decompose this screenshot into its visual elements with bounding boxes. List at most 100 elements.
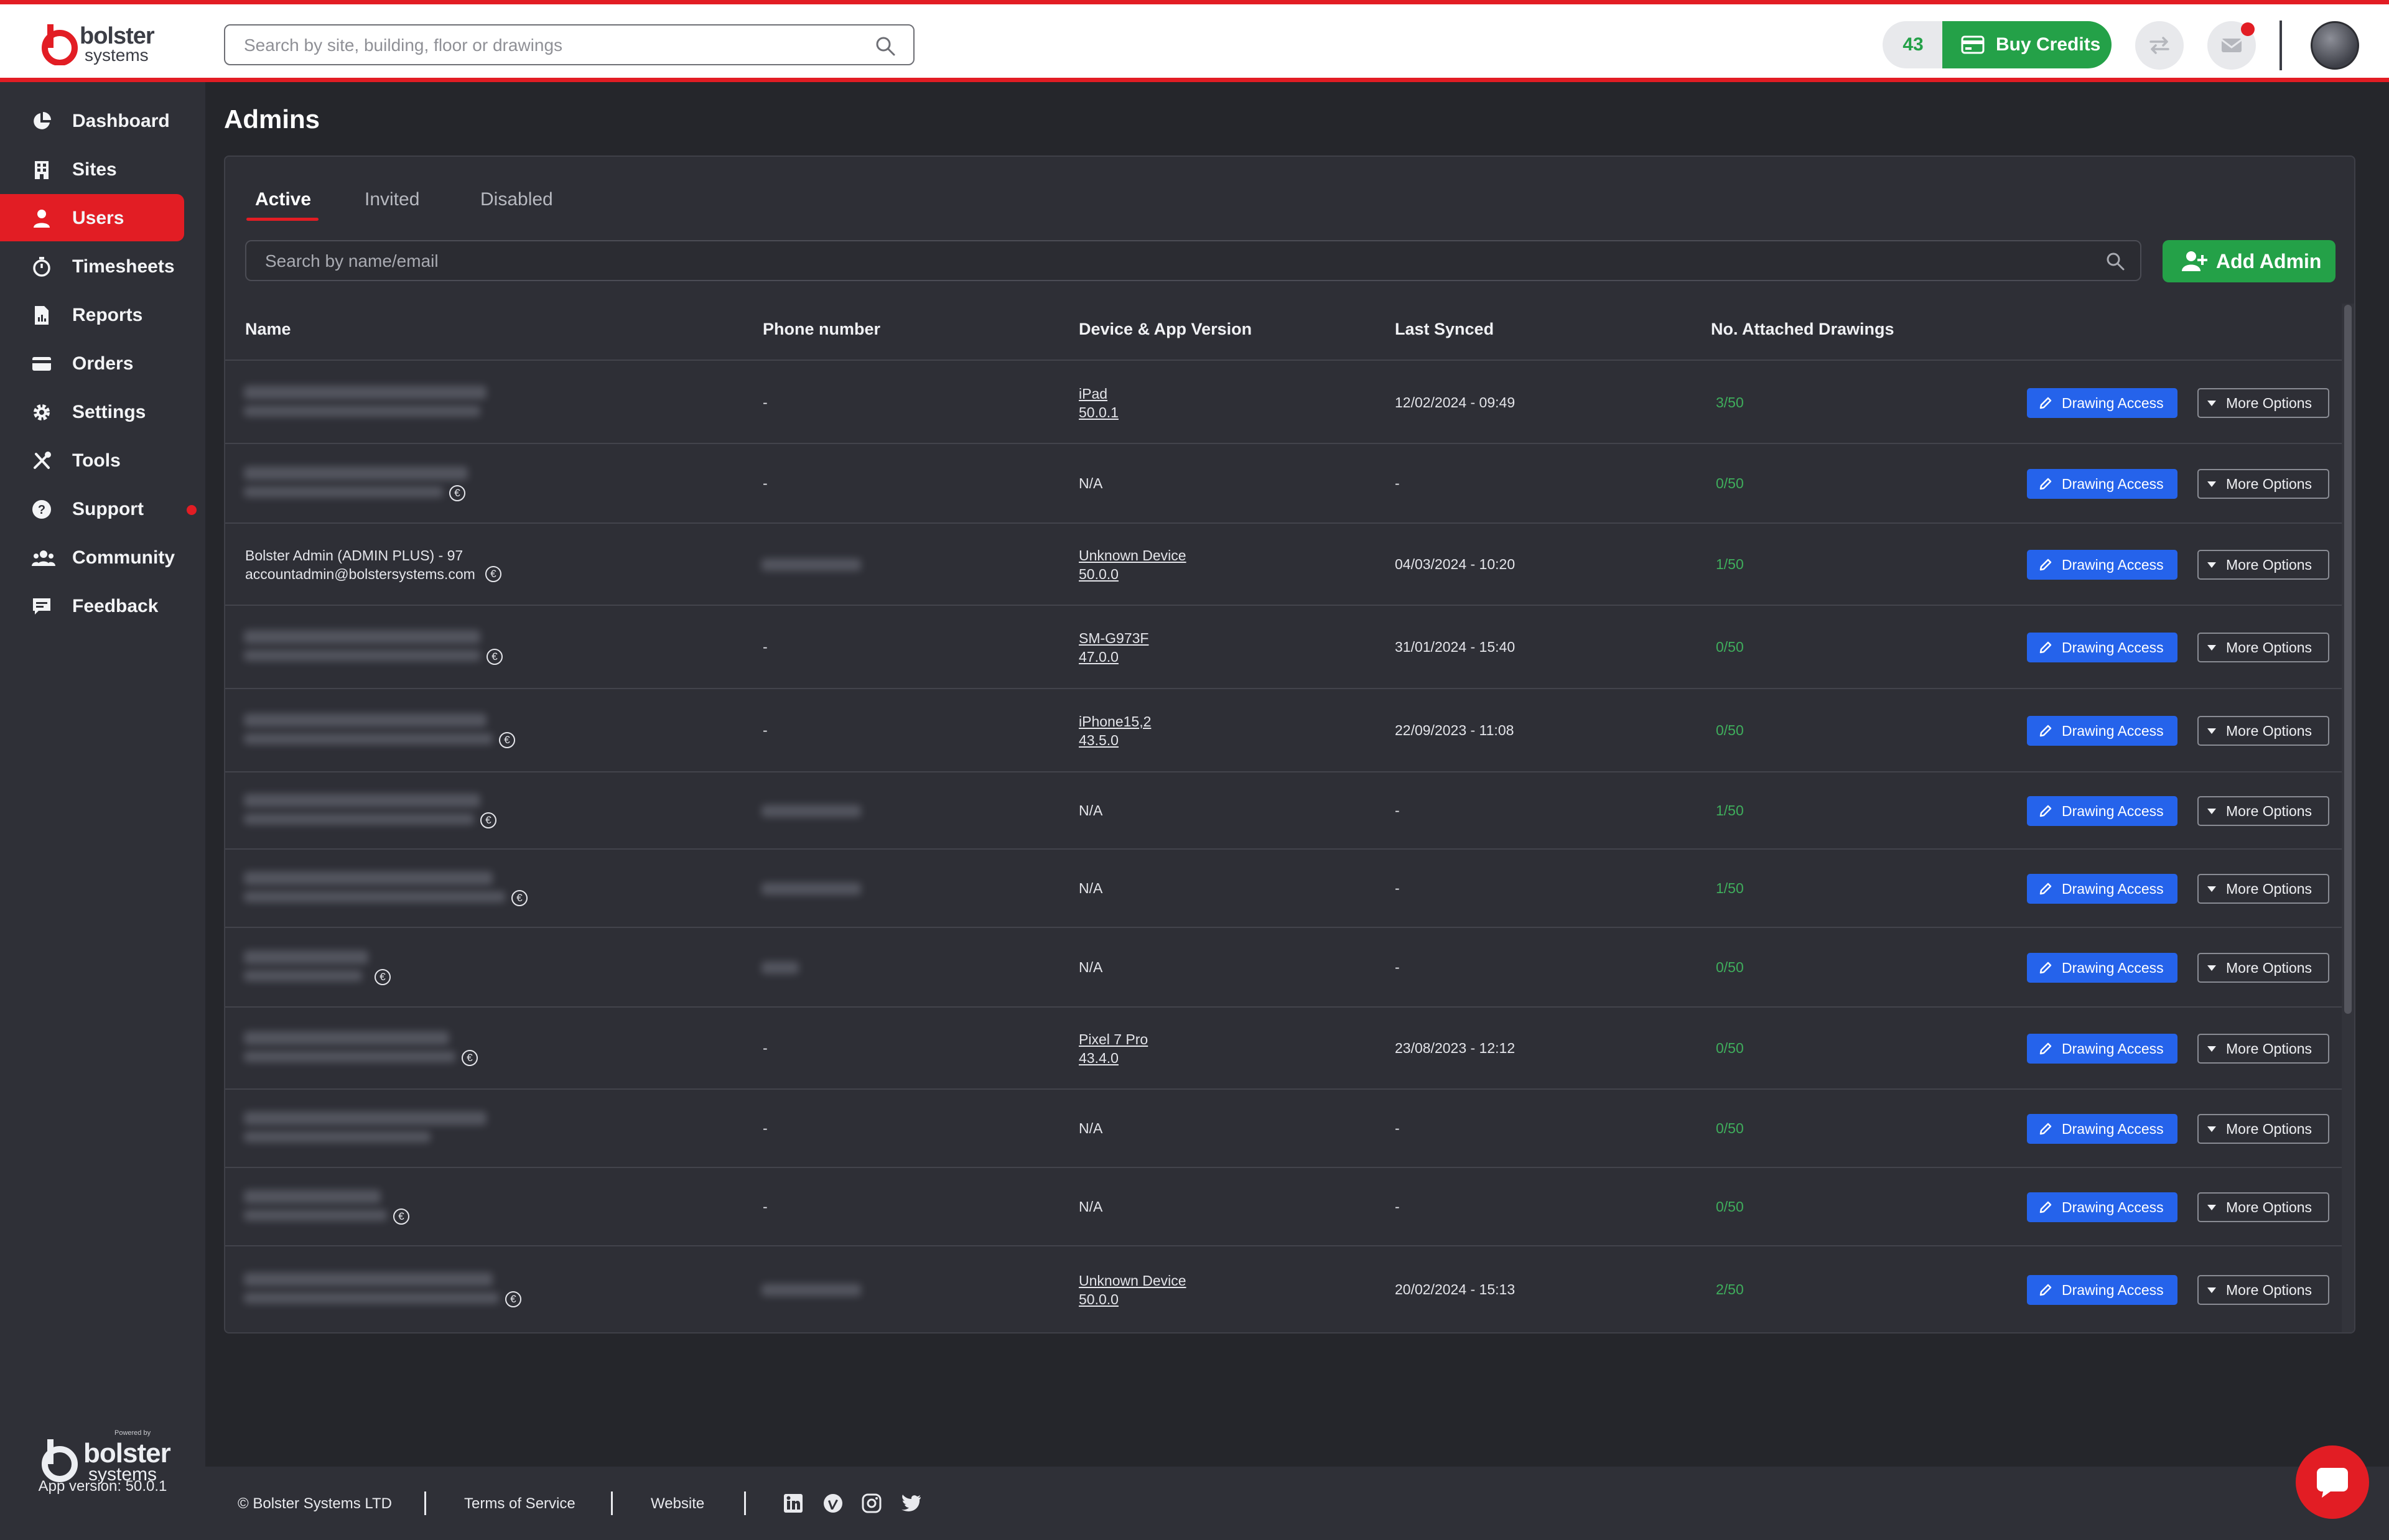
column-header-last-synced[interactable]: Last Synced	[1395, 320, 1494, 339]
website-link[interactable]: Website	[651, 1495, 704, 1513]
drawing-access-button[interactable]: Drawing Access	[2027, 388, 2177, 418]
sidebar-item-label: Support	[72, 499, 144, 519]
global-search[interactable]	[224, 24, 915, 65]
app-version-link[interactable]: 43.5.0	[1079, 731, 1119, 749]
sidebar-item-sites[interactable]: Sites	[0, 146, 184, 193]
column-header-device[interactable]: Device & App Version	[1079, 320, 1252, 339]
attached-drawings-count: 0/50	[1716, 639, 1744, 655]
admin-search-input[interactable]	[265, 250, 2069, 272]
global-search-input[interactable]	[244, 34, 841, 57]
more-options-button[interactable]: More Options	[2197, 550, 2329, 580]
sidebar-item-feedback[interactable]: Feedback	[0, 582, 184, 629]
sidebar-item-settings[interactable]: Settings	[0, 388, 184, 435]
sidebar: Dashboard Sites Users Timesheets Reports…	[0, 82, 205, 1540]
device-value: N/A	[1079, 475, 1103, 491]
more-options-button[interactable]: More Options	[2197, 1275, 2329, 1305]
app-version-link[interactable]: 43.4.0	[1079, 1049, 1119, 1067]
terms-link[interactable]: Terms of Service	[464, 1495, 575, 1513]
user-avatar[interactable]	[2311, 21, 2359, 70]
app-version-link[interactable]: 50.0.0	[1079, 565, 1119, 583]
last-synced: -	[1395, 880, 1400, 896]
linkedin-icon[interactable]	[783, 1493, 804, 1514]
pencil-icon	[2039, 478, 2052, 490]
euro-icon: €	[480, 812, 496, 828]
caret-down-icon	[2207, 1205, 2216, 1210]
tab-invited[interactable]: Invited	[365, 189, 419, 210]
drawing-access-button[interactable]: Drawing Access	[2027, 550, 2177, 580]
drawing-access-label: Drawing Access	[2062, 395, 2164, 411]
twitter-icon[interactable]	[900, 1493, 922, 1514]
search-icon[interactable]	[875, 35, 896, 57]
chat-launcher-button[interactable]	[2296, 1445, 2369, 1519]
app-version-link[interactable]: 47.0.0	[1079, 647, 1119, 666]
sidebar-item-community[interactable]: Community	[0, 534, 184, 581]
drawing-access-button[interactable]: Drawing Access	[2027, 1034, 2177, 1064]
device-link[interactable]: SM-G973F	[1079, 629, 1148, 647]
column-header-name[interactable]: Name	[245, 320, 291, 339]
app-version: App version: 50.0.1	[38, 1478, 167, 1495]
more-options-button[interactable]: More Options	[2197, 874, 2329, 904]
more-options-button[interactable]: More Options	[2197, 388, 2329, 418]
feedback-icon	[33, 598, 50, 615]
column-header-attached-drawings[interactable]: No. Attached Drawings	[1711, 320, 1894, 339]
more-options-button[interactable]: More Options	[2197, 953, 2329, 983]
more-options-button[interactable]: More Options	[2197, 1114, 2329, 1144]
sidebar-item-reports[interactable]: Reports	[0, 291, 184, 338]
admin-name-redacted	[244, 1111, 487, 1125]
drawing-access-button[interactable]: Drawing Access	[2027, 633, 2177, 662]
more-options-button[interactable]: More Options	[2197, 633, 2329, 662]
column-header-phone[interactable]: Phone number	[763, 320, 880, 339]
add-user-icon	[2182, 251, 2207, 271]
active-tab-underline	[246, 218, 319, 221]
drawing-access-button[interactable]: Drawing Access	[2027, 716, 2177, 746]
device-link[interactable]: Pixel 7 Pro	[1079, 1030, 1148, 1049]
drawing-access-button[interactable]: Drawing Access	[2027, 953, 2177, 983]
phone-number: -	[763, 394, 768, 411]
drawing-access-button[interactable]: Drawing Access	[2027, 796, 2177, 826]
last-synced: -	[1395, 802, 1400, 819]
pencil-icon	[2039, 725, 2052, 737]
tab-active[interactable]: Active	[255, 189, 311, 210]
table-scrollbar-thumb[interactable]	[2344, 305, 2352, 1014]
sidebar-item-users[interactable]: Users	[0, 194, 184, 241]
vimeo-icon[interactable]	[822, 1493, 844, 1514]
more-options-button[interactable]: More Options	[2197, 1034, 2329, 1064]
pie-chart-icon	[34, 112, 51, 129]
switch-account-button[interactable]	[2135, 21, 2184, 70]
instagram-icon[interactable]	[861, 1493, 882, 1514]
table-row: - iPad 50.0.1 12/02/2024 - 09:49 3/50 Drawin…	[225, 362, 2343, 444]
admin-name-redacted	[244, 1031, 449, 1045]
more-options-button[interactable]: More Options	[2197, 796, 2329, 826]
logo-word-systems: systems	[85, 45, 149, 65]
tab-disabled[interactable]: Disabled	[480, 189, 553, 210]
drawing-access-button[interactable]: Drawing Access	[2027, 469, 2177, 499]
buy-credits-button[interactable]: Buy Credits	[1942, 21, 2112, 68]
add-admin-button[interactable]: Add Admin	[2163, 240, 2335, 282]
device-link[interactable]: Unknown Device	[1079, 1271, 1186, 1290]
drawing-access-button[interactable]: Drawing Access	[2027, 1275, 2177, 1305]
more-options-button[interactable]: More Options	[2197, 469, 2329, 499]
device-link[interactable]: iPhone15,2	[1079, 712, 1151, 731]
sidebar-item-support[interactable]: ? Support	[0, 485, 197, 532]
caret-down-icon	[2207, 562, 2216, 568]
admin-search[interactable]	[245, 240, 2141, 281]
sidebar-item-timesheets[interactable]: Timesheets	[0, 243, 184, 290]
admin-email-redacted	[244, 970, 362, 981]
more-options-button[interactable]: More Options	[2197, 1192, 2329, 1222]
drawing-access-button[interactable]: Drawing Access	[2027, 874, 2177, 904]
sidebar-item-tools[interactable]: Tools	[0, 437, 184, 484]
bolster-logo[interactable]: bolster systems	[41, 21, 159, 70]
more-options-button[interactable]: More Options	[2197, 716, 2329, 746]
drawing-access-button[interactable]: Drawing Access	[2027, 1192, 2177, 1222]
messages-button[interactable]	[2207, 21, 2256, 70]
sidebar-item-orders[interactable]: Orders	[0, 340, 184, 387]
powered-by-text: Powered by	[114, 1429, 151, 1437]
device-link[interactable]: Unknown Device	[1079, 546, 1186, 565]
drawing-access-button[interactable]: Drawing Access	[2027, 1114, 2177, 1144]
app-version-link[interactable]: 50.0.1	[1079, 403, 1119, 422]
pencil-icon	[2039, 805, 2052, 817]
device-link[interactable]: iPad	[1079, 384, 1107, 403]
sidebar-item-dashboard[interactable]: Dashboard	[0, 97, 184, 144]
search-icon[interactable]	[2105, 251, 2125, 271]
app-version-link[interactable]: 50.0.0	[1079, 1290, 1119, 1309]
